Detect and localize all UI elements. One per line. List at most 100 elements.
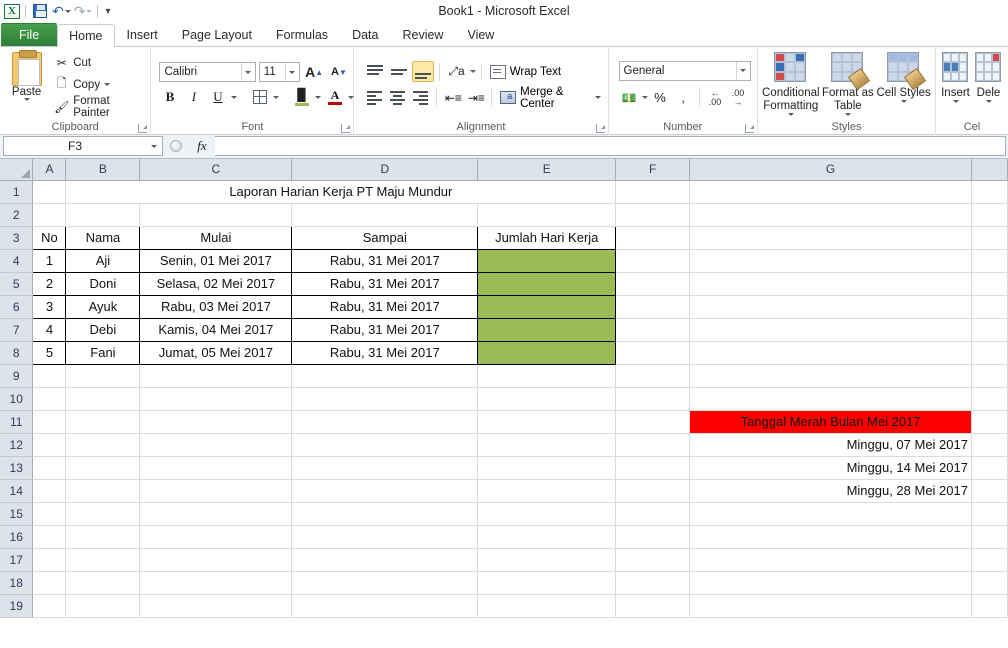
cell-g12-holiday-date[interactable]: Minggu, 07 Mei 2017: [690, 433, 972, 456]
cell-b11[interactable]: [66, 410, 140, 433]
cell-e3-header-jumlah[interactable]: Jumlah Hari Kerja: [478, 226, 616, 249]
cell-d12[interactable]: [292, 433, 478, 456]
cell-a5-no[interactable]: 2: [33, 272, 66, 295]
cell-b3-header-nama[interactable]: Nama: [66, 226, 140, 249]
cell-a10[interactable]: [33, 387, 66, 410]
row-header-4[interactable]: 4: [0, 249, 33, 272]
cell-a17[interactable]: [33, 548, 66, 571]
cell-c18[interactable]: [140, 571, 292, 594]
format-painter-button[interactable]: 🖌 Format Painter: [51, 97, 146, 117]
cell-e14[interactable]: [478, 479, 616, 502]
row-header-2[interactable]: 2: [0, 203, 33, 226]
shrink-font-button[interactable]: A▼: [328, 62, 349, 83]
wrap-text-button[interactable]: Wrap Text: [487, 61, 564, 83]
cell-f10[interactable]: [616, 387, 690, 410]
row-header-14[interactable]: 14: [0, 479, 33, 502]
decrease-decimal-button[interactable]: .00→: [728, 87, 749, 108]
row-header-10[interactable]: 10: [0, 387, 33, 410]
cell-h15[interactable]: [971, 502, 1007, 525]
borders-button[interactable]: [249, 87, 270, 108]
cell-f18[interactable]: [616, 571, 690, 594]
cell-b5-nama[interactable]: Doni: [66, 272, 140, 295]
alignment-dialog-launcher-icon[interactable]: [596, 124, 605, 133]
cell-b14[interactable]: [66, 479, 140, 502]
cell-g11-holiday-header[interactable]: Tanggal Merah Bulan Mei 2017: [690, 410, 972, 433]
name-box[interactable]: F3: [3, 136, 163, 156]
cell-h2[interactable]: [971, 203, 1007, 226]
font-size-combo[interactable]: 11: [259, 62, 300, 82]
cell-e5-jumlah[interactable]: [478, 272, 616, 295]
font-name-combo[interactable]: Calibri: [159, 62, 255, 82]
cell-d19[interactable]: [292, 594, 478, 617]
cell-f13[interactable]: [616, 456, 690, 479]
cell-g13-holiday-date[interactable]: Minggu, 14 Mei 2017: [690, 456, 972, 479]
cell-h8[interactable]: [971, 341, 1007, 364]
cell-c3-header-mulai[interactable]: Mulai: [140, 226, 292, 249]
cell-g1[interactable]: [690, 180, 972, 203]
cell-d4-sampai[interactable]: Rabu, 31 Mei 2017: [292, 249, 478, 272]
cell-h14[interactable]: [971, 479, 1007, 502]
cell-c10[interactable]: [140, 387, 292, 410]
decrease-indent-button[interactable]: ⇤≡: [442, 87, 463, 108]
cell-g15[interactable]: [690, 502, 972, 525]
cell-b10[interactable]: [66, 387, 140, 410]
tab-data[interactable]: Data: [340, 23, 390, 46]
cell-b1-report-title[interactable]: Laporan Harian Kerja PT Maju Mundur: [66, 180, 616, 203]
column-header-partial[interactable]: [971, 159, 1007, 180]
cell-f5[interactable]: [616, 272, 690, 295]
copy-button[interactable]: 🗋 Copy: [51, 75, 146, 95]
cell-b15[interactable]: [66, 502, 140, 525]
cell-a18[interactable]: [33, 571, 66, 594]
align-bottom-button[interactable]: [412, 61, 434, 82]
insert-function-button[interactable]: fx: [189, 136, 215, 156]
increase-indent-button[interactable]: ⇥≡: [465, 87, 486, 108]
row-header-17[interactable]: 17: [0, 548, 33, 571]
cell-b9[interactable]: [66, 364, 140, 387]
cell-f16[interactable]: [616, 525, 690, 548]
row-header-18[interactable]: 18: [0, 571, 33, 594]
cell-e4-jumlah[interactable]: [478, 249, 616, 272]
cell-b13[interactable]: [66, 456, 140, 479]
cell-d14[interactable]: [292, 479, 478, 502]
insert-cells-button[interactable]: Insert: [940, 50, 971, 119]
cell-e11[interactable]: [478, 410, 616, 433]
font-color-button[interactable]: A: [324, 87, 345, 108]
cell-a6-no[interactable]: 3: [33, 295, 66, 318]
tab-home[interactable]: Home: [57, 24, 114, 47]
cell-g9[interactable]: [690, 364, 972, 387]
cell-d9[interactable]: [292, 364, 478, 387]
cell-f6[interactable]: [616, 295, 690, 318]
row-header-15[interactable]: 15: [0, 502, 33, 525]
align-top-button[interactable]: [364, 61, 386, 82]
delete-cells-button[interactable]: Dele: [973, 50, 1004, 119]
accounting-format-button[interactable]: 💵: [619, 87, 640, 108]
row-header-6[interactable]: 6: [0, 295, 33, 318]
paste-button[interactable]: Paste: [4, 50, 49, 119]
column-header-f[interactable]: F: [616, 159, 690, 180]
cell-h5[interactable]: [971, 272, 1007, 295]
cell-e17[interactable]: [478, 548, 616, 571]
row-header-5[interactable]: 5: [0, 272, 33, 295]
cell-f7[interactable]: [616, 318, 690, 341]
row-header-1[interactable]: 1: [0, 180, 33, 203]
fill-color-button[interactable]: ▉: [291, 87, 312, 108]
column-header-c[interactable]: C: [140, 159, 292, 180]
cell-f12[interactable]: [616, 433, 690, 456]
cell-h1[interactable]: [971, 180, 1007, 203]
cell-f14[interactable]: [616, 479, 690, 502]
chevron-down-icon[interactable]: [642, 96, 648, 99]
cell-h10[interactable]: [971, 387, 1007, 410]
cell-e9[interactable]: [478, 364, 616, 387]
font-dialog-launcher-icon[interactable]: [341, 124, 350, 133]
cell-h7[interactable]: [971, 318, 1007, 341]
cell-d3-header-sampai[interactable]: Sampai: [292, 226, 478, 249]
cell-a11[interactable]: [33, 410, 66, 433]
cell-h9[interactable]: [971, 364, 1007, 387]
cell-b16[interactable]: [66, 525, 140, 548]
cell-d16[interactable]: [292, 525, 478, 548]
cell-d7-sampai[interactable]: Rabu, 31 Mei 2017: [292, 318, 478, 341]
tab-view[interactable]: View: [455, 23, 506, 46]
cell-d6-sampai[interactable]: Rabu, 31 Mei 2017: [292, 295, 478, 318]
cell-c14[interactable]: [140, 479, 292, 502]
cell-e16[interactable]: [478, 525, 616, 548]
